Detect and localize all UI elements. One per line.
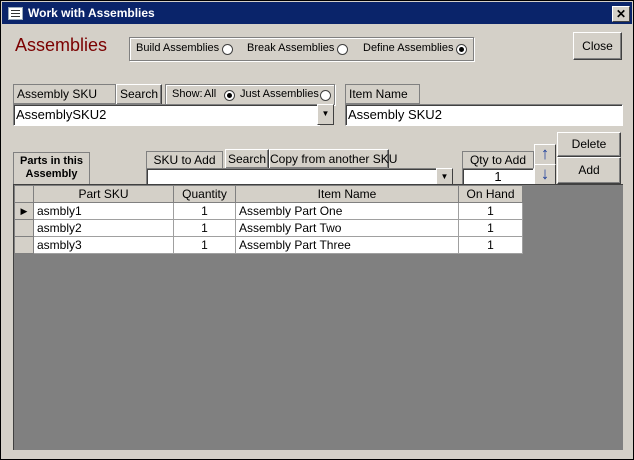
arrow-up-icon: ↑ (540, 144, 550, 163)
option-build-label: Build Assemblies (136, 42, 220, 54)
qty-to-add-label: Qty to Add (462, 151, 534, 169)
show-just-assemblies-label: Just Assemblies (240, 88, 319, 100)
column-header-quantity[interactable]: Quantity (173, 185, 236, 203)
cell-on-hand[interactable]: 1 (458, 202, 523, 220)
cell-part-sku[interactable]: asmbly1 (33, 202, 174, 220)
mode-option-group: Build Assemblies Break Assemblies Define… (129, 37, 474, 61)
arrow-down-icon: ↓ (540, 164, 550, 183)
item-name-label: Item Name (345, 84, 420, 104)
title-bar[interactable]: Work with Assemblies ✕ (2, 2, 632, 24)
parts-table: Part SKU Quantity Item Name On Hand ▶ as… (14, 185, 523, 254)
work-with-assemblies-window: Work with Assemblies ✕ Assemblies Build … (0, 0, 634, 460)
table-row[interactable]: asmbly2 1 Assembly Part Two 1 (14, 219, 523, 237)
sku-search-button[interactable]: Search (225, 149, 269, 169)
copy-from-another-sku-button[interactable]: Copy from another SKU (269, 149, 397, 169)
form-icon (8, 7, 23, 20)
show-all-label: All (204, 88, 217, 100)
assembly-search-button[interactable]: Search (116, 84, 162, 105)
cell-part-sku[interactable]: asmbly3 (33, 236, 174, 254)
show-filter-group: Show: All Just Assemblies (165, 84, 335, 105)
record-selector[interactable] (14, 219, 34, 237)
option-break-radio[interactable] (337, 44, 348, 55)
record-selector[interactable] (14, 236, 34, 254)
cell-item-name[interactable]: Assembly Part Two (235, 219, 459, 237)
add-button[interactable]: Add (557, 157, 621, 184)
assembly-sku-combo[interactable]: AssemblySKU2 (13, 104, 320, 126)
option-define-radio[interactable] (456, 44, 467, 55)
cell-item-name[interactable]: Assembly Part One (235, 202, 459, 220)
parts-in-assembly-label: Parts in this Assembly (13, 152, 90, 186)
move-down-button[interactable]: ↓ (534, 164, 556, 185)
show-filter-label: Show: (172, 88, 203, 100)
show-just-assemblies-radio[interactable] (320, 90, 331, 101)
item-name-field[interactable]: Assembly SKU2 (345, 104, 623, 126)
cell-quantity[interactable]: 1 (173, 236, 236, 254)
cell-quantity[interactable]: 1 (173, 202, 236, 220)
cell-item-name[interactable]: Assembly Part Three (235, 236, 459, 254)
sku-to-add-label: SKU to Add (146, 151, 223, 169)
sku-to-add-dropdown-button[interactable]: ▼ (436, 168, 453, 185)
window-title: Work with Assemblies (28, 6, 155, 20)
table-row[interactable]: ▶ asmbly1 1 Assembly Part One 1 (14, 202, 523, 220)
cell-quantity[interactable]: 1 (173, 219, 236, 237)
selector-header (14, 185, 34, 203)
option-build-radio[interactable] (222, 44, 233, 55)
record-pointer-icon[interactable]: ▶ (14, 202, 34, 220)
assembly-sku-dropdown-button[interactable]: ▼ (317, 104, 334, 125)
option-break-label: Break Assemblies (247, 42, 335, 54)
delete-button[interactable]: Delete (557, 132, 621, 157)
show-all-radio[interactable] (224, 90, 235, 101)
close-button[interactable]: Close (573, 32, 622, 60)
option-define-label: Define Assemblies (363, 42, 454, 54)
move-up-button[interactable]: ↑ (534, 144, 556, 165)
cell-on-hand[interactable]: 1 (458, 236, 523, 254)
assembly-sku-label: Assembly SKU (13, 84, 116, 104)
window-close-button[interactable]: ✕ (612, 6, 630, 22)
table-header-row: Part SKU Quantity Item Name On Hand (14, 185, 523, 203)
column-header-on-hand[interactable]: On Hand (458, 185, 523, 203)
page-title: Assemblies (15, 35, 108, 55)
column-header-item-name[interactable]: Item Name (235, 185, 459, 203)
column-header-part-sku[interactable]: Part SKU (33, 185, 174, 203)
parts-datasheet: Part SKU Quantity Item Name On Hand ▶ as… (13, 184, 623, 450)
table-row[interactable]: asmbly3 1 Assembly Part Three 1 (14, 236, 523, 254)
cell-on-hand[interactable]: 1 (458, 219, 523, 237)
cell-part-sku[interactable]: asmbly2 (33, 219, 174, 237)
